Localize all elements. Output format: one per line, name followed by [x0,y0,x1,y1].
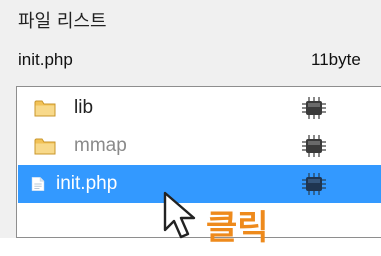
chip-icon [302,173,326,195]
list-item-label: mmap [74,135,127,156]
list-item-label: init.php [56,173,118,194]
selected-file-name: init.php [18,50,73,69]
folder-icon [34,138,56,155]
list-item-lib[interactable]: lib [18,89,381,127]
folder-icon [34,100,56,117]
list-item-label: lib [74,97,94,118]
click-annotation: 클릭 [206,208,269,248]
chip-icon [302,97,326,119]
panel-title: 파일 리스트 [18,11,107,32]
chip-icon [302,135,326,157]
file-icon [31,177,45,191]
selected-file-size: 11byte [311,50,361,69]
list-item-mmap[interactable]: mmap [18,127,381,165]
mouse-pointer-icon [163,191,196,239]
